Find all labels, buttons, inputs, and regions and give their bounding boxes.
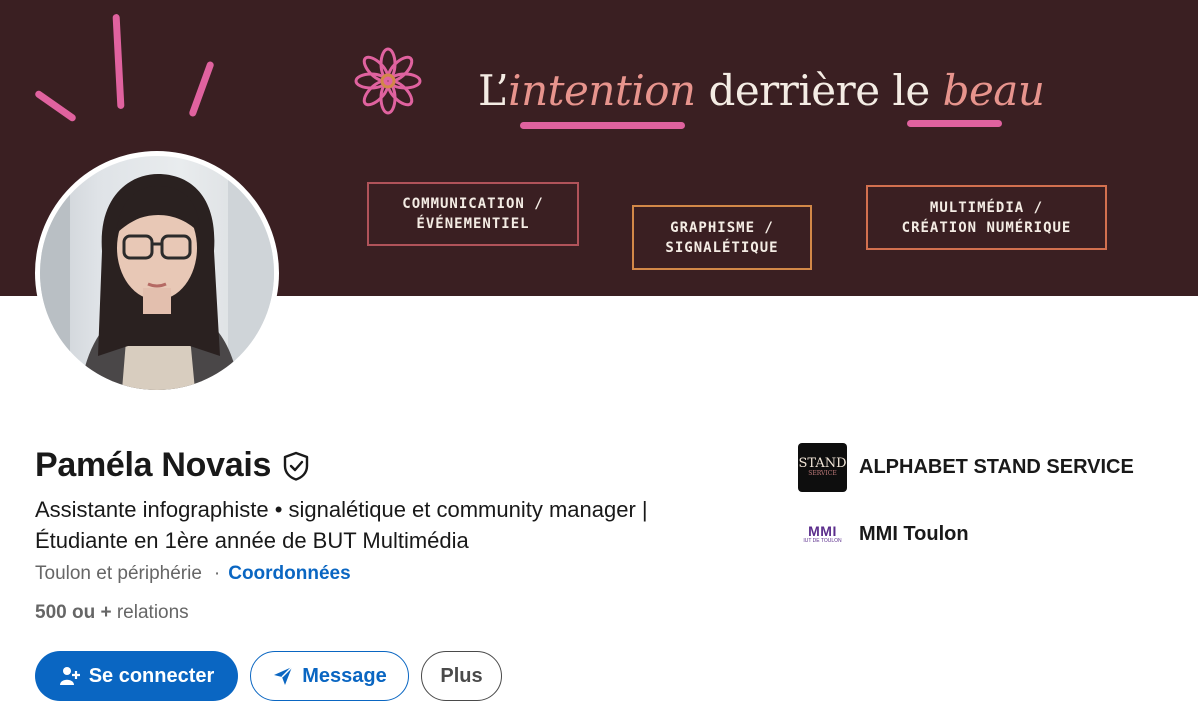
tag-line: GRAPHISME / (670, 219, 774, 236)
banner-tag-graphisme: GRAPHISME / SIGNALÉTIQUE (632, 205, 812, 270)
school-name: MMI Toulon (859, 522, 969, 545)
profile-name-row: Paméla Novais (35, 446, 311, 485)
tag-line: ÉVÉNEMENTIEL (416, 216, 530, 232)
avatar-photo (40, 156, 274, 390)
current-company-item[interactable]: STAND SERVICE ALPHABET STAND SERVICE (798, 443, 1134, 492)
tag-line: COMMUNICATION / (402, 196, 544, 212)
tag-line: SIGNALÉTIQUE (665, 239, 779, 256)
shield-check-icon[interactable] (281, 450, 311, 482)
logo-text: MMI (808, 523, 837, 539)
contact-info-link[interactable]: Coordonnées (228, 563, 350, 585)
relations-number: 500 ou + (35, 602, 112, 623)
headline-underline (520, 122, 685, 129)
more-label: Plus (440, 664, 483, 687)
banner-tag-multimedia: MULTIMÉDIA / CRÉATION NUMÉRIQUE (866, 185, 1107, 250)
company-logo: STAND SERVICE (798, 443, 847, 492)
message-button[interactable]: Message (250, 651, 409, 701)
tag-line: MULTIMÉDIA / (929, 199, 1044, 216)
connect-button[interactable]: Se connecter (35, 651, 238, 701)
send-icon (274, 666, 293, 685)
headline-underline (907, 120, 1002, 127)
banner-headline: L’intention derrière le beau (478, 66, 1045, 115)
headline-line: Étudiante en 1ère année de BUT Multimédi… (35, 528, 469, 553)
banner-tag-communication: COMMUNICATION / ÉVÉNEMENTIEL (367, 182, 579, 246)
message-label: Message (302, 664, 387, 687)
location-row: Toulon et périphérie · Coordonnées (35, 563, 351, 585)
headline-part: L’ (478, 66, 509, 115)
profile-avatar[interactable] (35, 151, 279, 395)
decorative-ray (112, 13, 125, 110)
headline-part: derrière le (695, 66, 943, 115)
connect-label: Se connecter (88, 664, 215, 687)
flower-icon (354, 47, 422, 115)
decorative-ray (188, 60, 215, 118)
add-person-icon (59, 667, 80, 685)
relations-count[interactable]: 500 ou + relations (35, 602, 189, 624)
person-portrait-icon (40, 156, 274, 390)
tag-line: CRÉATION NUMÉRIQUE (901, 219, 1072, 236)
company-name: ALPHABET STAND SERVICE (859, 456, 1134, 478)
headline-italic: intention (508, 66, 696, 115)
headline-line: Assistante infographiste • signalétique … (35, 497, 648, 522)
education-item[interactable]: MMI IUT DE TOULON MMI Toulon (798, 521, 969, 547)
location-text: Toulon et périphérie (35, 563, 202, 584)
decorative-ray (33, 89, 78, 123)
logo-subtext: IUT DE TOULON (803, 538, 842, 544)
headline-italic: beau (942, 66, 1045, 115)
school-logo: MMI IUT DE TOULON (798, 521, 847, 547)
logo-subtext: SERVICE (808, 470, 837, 477)
separator-dot: · (213, 563, 221, 584)
profile-name: Paméla Novais (35, 446, 272, 484)
profile-headline: Assistante infographiste • signalétique … (35, 494, 755, 556)
more-button[interactable]: Plus (421, 651, 502, 701)
logo-text: STAND (798, 456, 847, 471)
relations-label: relations (111, 602, 189, 623)
